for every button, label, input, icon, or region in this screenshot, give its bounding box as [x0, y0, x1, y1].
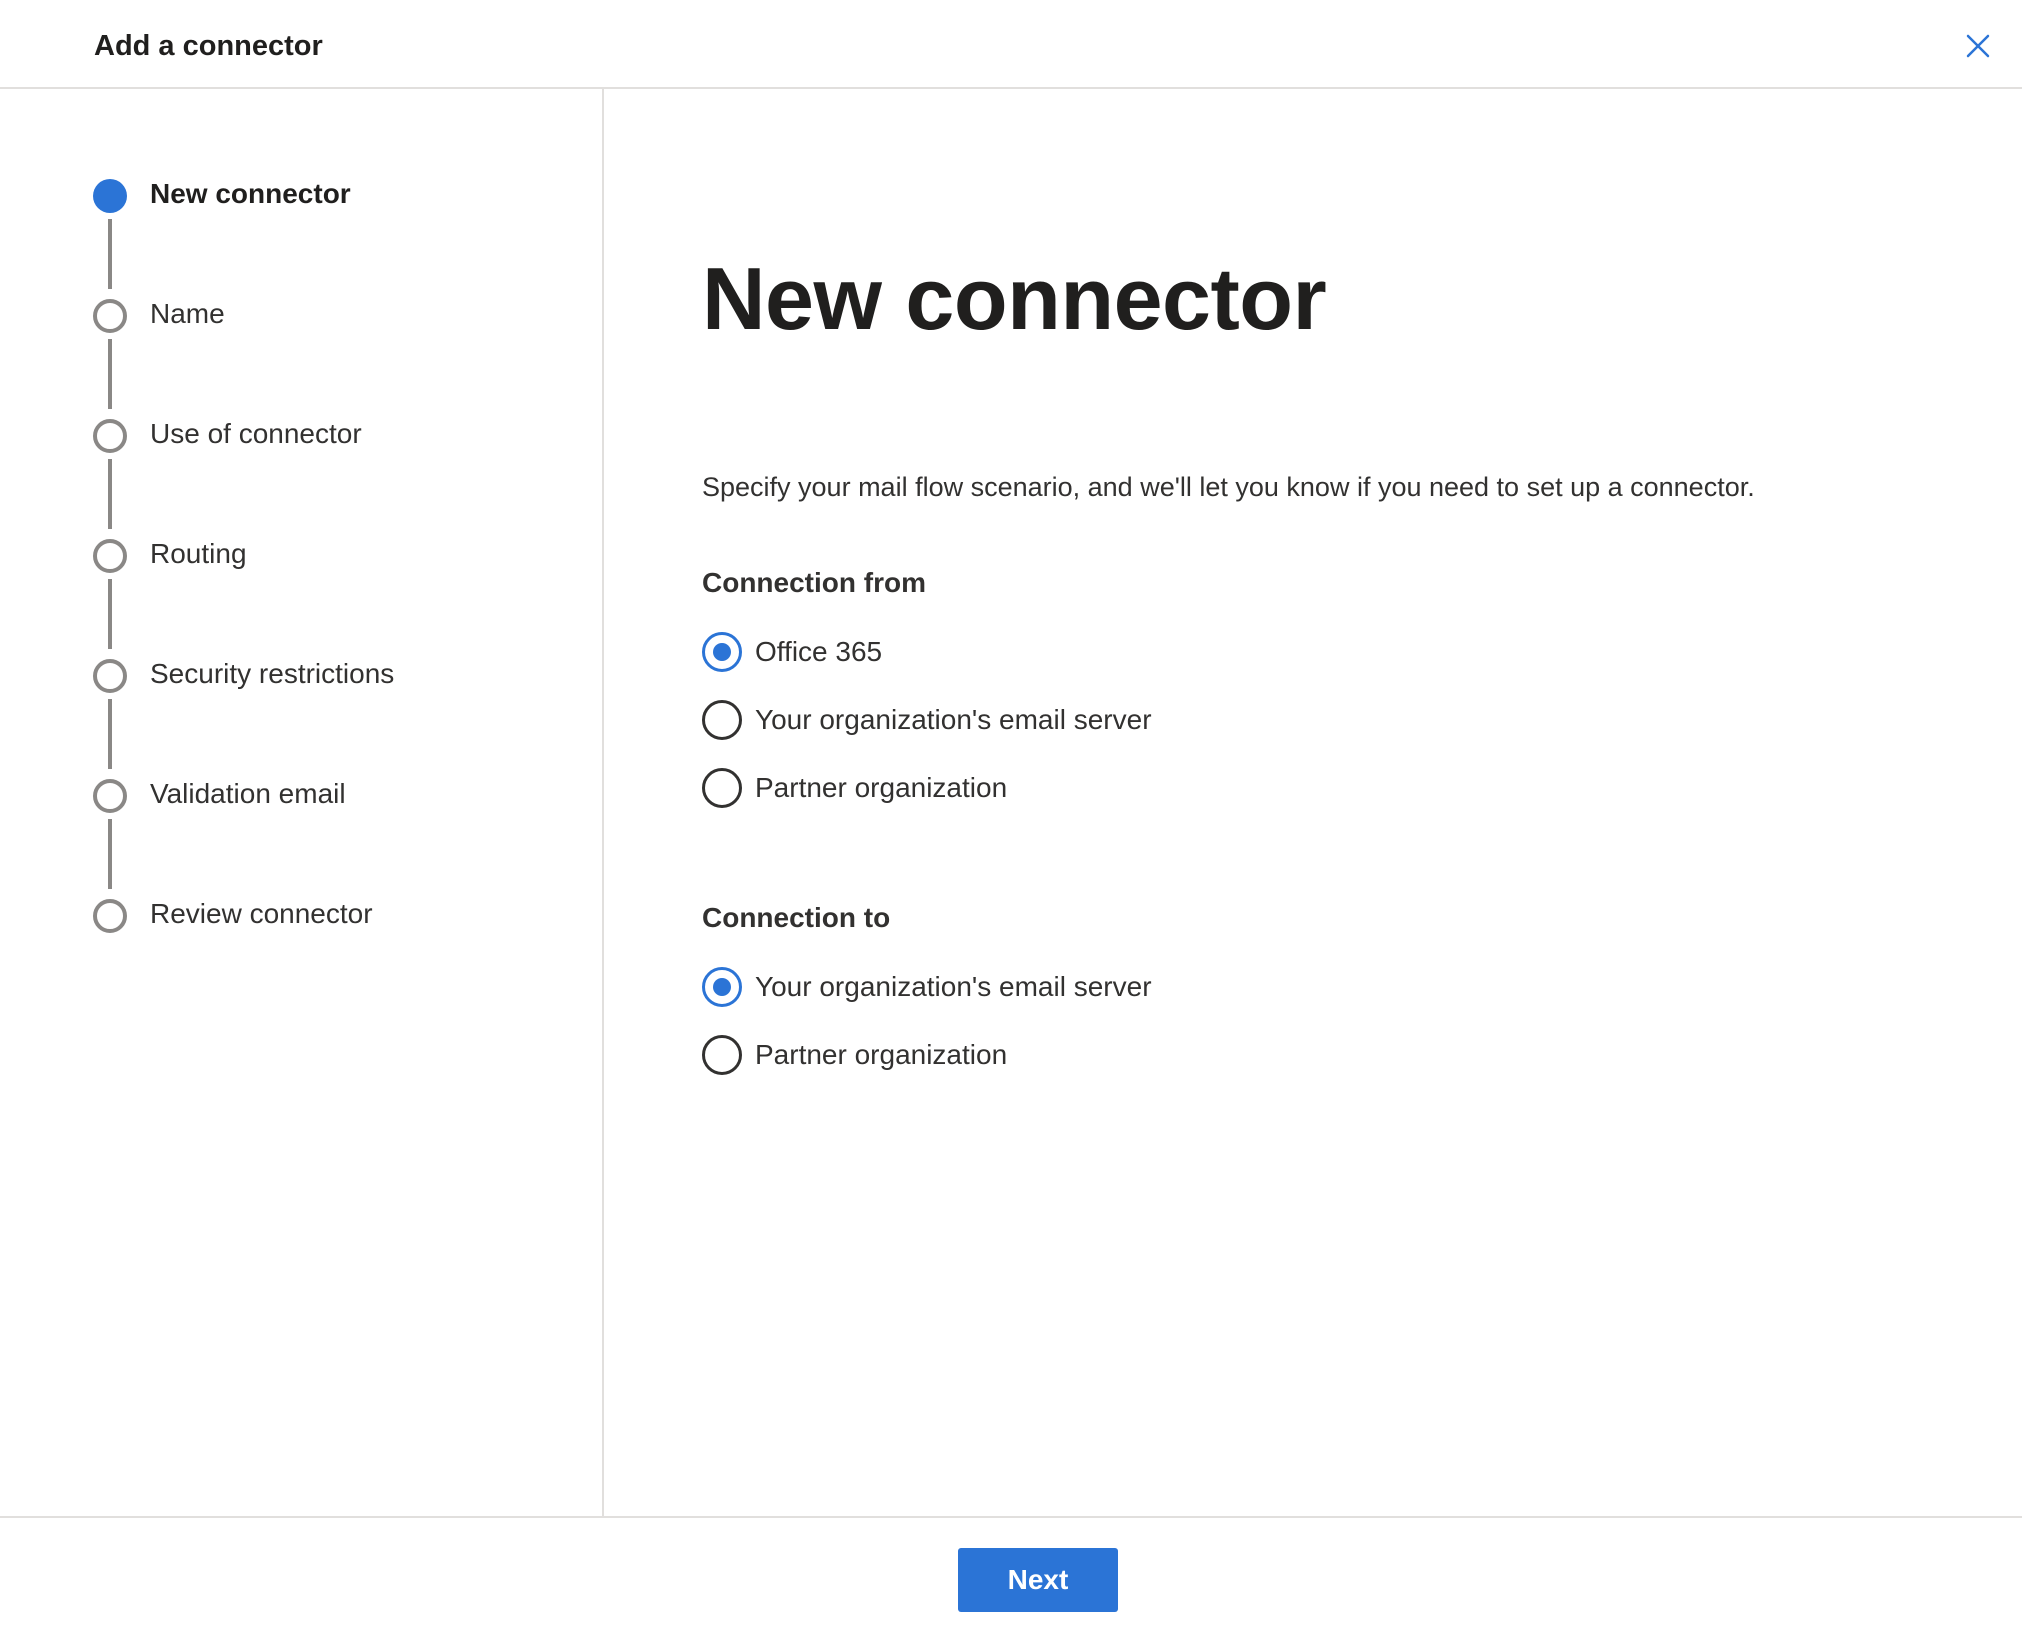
- next-button[interactable]: Next: [958, 1548, 1118, 1612]
- step-routing[interactable]: Routing: [150, 534, 247, 574]
- wizard-steps-pane: New connector Name Use of connector Rout…: [0, 89, 604, 1516]
- step-connector-line: [108, 579, 112, 649]
- step-review-connector[interactable]: Review connector: [150, 894, 373, 934]
- main-content: New connector Specify your mail flow sce…: [604, 89, 2022, 1516]
- step-connector-line: [108, 219, 112, 289]
- step-validation-email[interactable]: Validation email: [150, 774, 346, 814]
- step-indicator-pending: [93, 299, 127, 333]
- page-title: New connector: [702, 249, 1327, 348]
- close-icon: [1966, 34, 1990, 58]
- radio-button[interactable]: [702, 768, 742, 808]
- step-connector-line: [108, 699, 112, 769]
- panel-header: Add a connector: [0, 0, 2022, 89]
- radio-to-org-email-server[interactable]: Your organization's email server: [702, 966, 1152, 1008]
- radio-label: Your organization's email server: [755, 971, 1152, 1002]
- connection-from-label: Connection from: [702, 567, 926, 598]
- step-indicator-pending: [93, 779, 127, 813]
- connection-to-label: Connection to: [702, 902, 891, 933]
- radio-button-checked[interactable]: [702, 632, 742, 672]
- panel-footer: Next: [0, 1516, 2022, 1642]
- radio-label: Your organization's email server: [755, 704, 1152, 735]
- step-connector-line: [108, 339, 112, 409]
- step-indicator-pending: [93, 659, 127, 693]
- close-button[interactable]: [1958, 26, 1998, 66]
- radio-button[interactable]: [702, 1035, 742, 1075]
- step-indicator-pending: [93, 419, 127, 453]
- step-connector-line: [108, 459, 112, 529]
- radio-button-checked[interactable]: [702, 967, 742, 1007]
- panel-title: Add a connector: [94, 30, 323, 62]
- radio-from-office-365[interactable]: Office 365: [702, 631, 882, 673]
- radio-from-org-email-server[interactable]: Your organization's email server: [702, 699, 1152, 741]
- radio-from-partner-org[interactable]: Partner organization: [702, 767, 1007, 809]
- step-connector-line: [108, 819, 112, 889]
- step-new-connector[interactable]: New connector: [150, 174, 351, 214]
- radio-label: Partner organization: [755, 772, 1008, 803]
- radio-button[interactable]: [702, 700, 742, 740]
- radio-label: Office 365: [755, 636, 883, 667]
- page-description: Specify your mail flow scenario, and we'…: [702, 472, 1755, 502]
- step-use-of-connector[interactable]: Use of connector: [150, 414, 362, 454]
- step-name[interactable]: Name: [150, 294, 225, 334]
- step-indicator-current: [93, 179, 127, 213]
- step-security-restrictions[interactable]: Security restrictions: [150, 654, 394, 694]
- step-indicator-pending: [93, 899, 127, 933]
- radio-to-partner-org[interactable]: Partner organization: [702, 1034, 1007, 1076]
- radio-label: Partner organization: [755, 1039, 1008, 1070]
- step-indicator-pending: [93, 539, 127, 573]
